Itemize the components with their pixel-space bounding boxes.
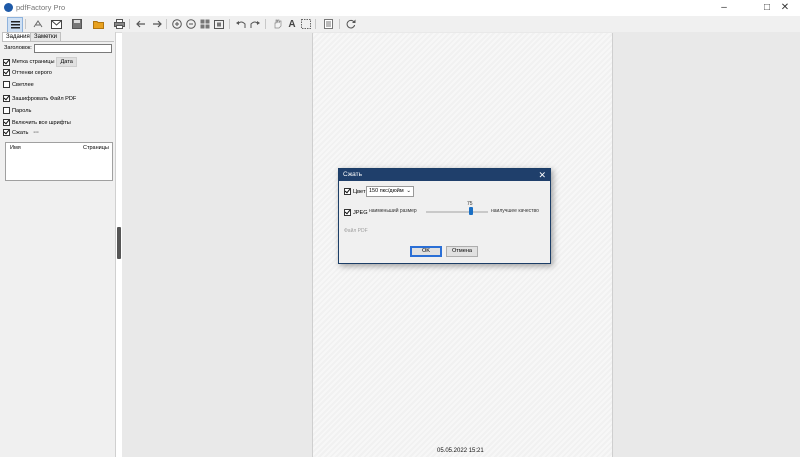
splitter-handle[interactable] [117,227,121,259]
dialog-title: Сжать [343,171,363,178]
compress-options-button[interactable]: ··· [33,130,39,136]
encrypt-checkbox[interactable] [3,95,10,102]
compress-dialog: Сжать ✕ [338,168,551,264]
dialog-close-icon[interactable]: ✕ [538,169,546,181]
title-bar: pdfFactory Pro – □ ✕ [0,0,800,16]
grayscale-label: Оттенки серого [12,69,52,76]
cancel-button[interactable]: Отмена [446,246,478,257]
print-icon[interactable] [112,17,126,31]
window-title: pdfFactory Pro [16,3,66,12]
files-list[interactable]: Имя Страницы [5,142,113,181]
ok-button[interactable]: OK [410,246,442,257]
toolbar-separator [129,19,130,29]
app-icon [4,3,13,12]
undo-icon[interactable] [234,17,248,31]
compress-checkbox[interactable] [3,129,10,136]
jpeg-checkbox[interactable] [344,209,351,216]
toolbar-separator [339,19,340,29]
lighter-row[interactable]: Светлее [3,81,34,88]
page-label-date-button[interactable]: Дата [56,57,77,67]
open-folder-icon[interactable] [91,17,105,31]
resolution-value: 150 пкс/дюйм [369,188,404,194]
zoom-in-icon[interactable] [170,17,184,31]
page-label-row[interactable]: Метка страницы Дата [3,57,77,67]
resolution-select[interactable]: 150 пкс/дюйм ⌄ [366,186,414,197]
page-footer-date: 05.05.2022 15:21 [437,448,484,454]
hand-tool-icon[interactable] [270,17,284,31]
embed-fonts-label: Включить все шрифты [12,119,71,126]
lighter-checkbox[interactable] [3,81,10,88]
jpeg-label: JPEG [353,209,368,216]
toolbar-separator [229,19,230,29]
column-pages[interactable]: Страницы [83,145,109,151]
slider-max-label: наилучшее качество [491,208,539,214]
toolbar-separator [315,19,316,29]
text-tool-icon[interactable]: A [285,17,299,31]
grayscale-checkbox[interactable] [3,69,10,76]
embed-fonts-row[interactable]: Включить все шрифты [3,119,71,126]
quality-slider-thumb[interactable] [469,207,473,215]
email-icon[interactable] [49,17,63,31]
title-label: Заголовок: [4,45,32,51]
column-name[interactable]: Имя [10,145,21,151]
password-row[interactable]: Пароль [3,107,31,114]
save-icon[interactable] [70,17,84,31]
redo-icon[interactable] [248,17,262,31]
select-area-icon[interactable] [299,17,313,31]
color-label: Цвет [353,188,366,195]
encrypt-row[interactable]: Зашифровать Файл PDF [3,95,76,102]
chevron-down-icon: ⌄ [406,188,411,194]
password-checkbox[interactable] [3,107,10,114]
close-window-button[interactable]: ✕ [770,1,800,15]
minimize-button[interactable]: – [709,1,739,15]
zoom-out-icon[interactable] [184,17,198,31]
encrypt-label: Зашифровать Файл PDF [12,95,77,102]
page-properties-icon[interactable] [321,17,335,31]
grid-view-icon[interactable] [198,17,212,31]
forward-arrow-icon[interactable] [150,17,164,31]
toolbar-separator [166,19,167,29]
quality-slider[interactable] [426,211,488,213]
page-label-checkbox[interactable] [3,58,10,66]
pdf-file-label: Файл PDF [344,228,368,234]
left-panel: Задания Заметки Заголовок: Метка страниц… [0,32,116,457]
slider-min-label: наименьший размер [369,208,417,214]
compress-label: Сжать [12,129,29,136]
jpeg-row[interactable]: JPEG [344,209,368,216]
fit-page-icon[interactable] [212,17,226,31]
toolbar-separator [25,19,26,29]
toolbar-separator [265,19,266,29]
compress-row[interactable]: Сжать ··· [3,129,39,136]
back-arrow-icon[interactable] [134,17,148,31]
dialog-title-bar: Сжать ✕ [339,169,550,181]
color-checkbox[interactable] [344,188,351,195]
page-label-text: Метка страницы [12,59,55,65]
password-label: Пароль [12,107,32,114]
embed-fonts-checkbox[interactable] [3,119,10,126]
signature-icon[interactable] [31,17,45,31]
refresh-icon[interactable] [344,17,358,31]
toolbar: A [0,16,800,33]
title-input[interactable] [34,44,112,53]
lighter-label: Светлее [12,81,34,88]
grayscale-row[interactable]: Оттенки серого [3,69,52,76]
color-row[interactable]: Цвет [344,188,366,195]
menu-icon[interactable] [7,17,23,33]
